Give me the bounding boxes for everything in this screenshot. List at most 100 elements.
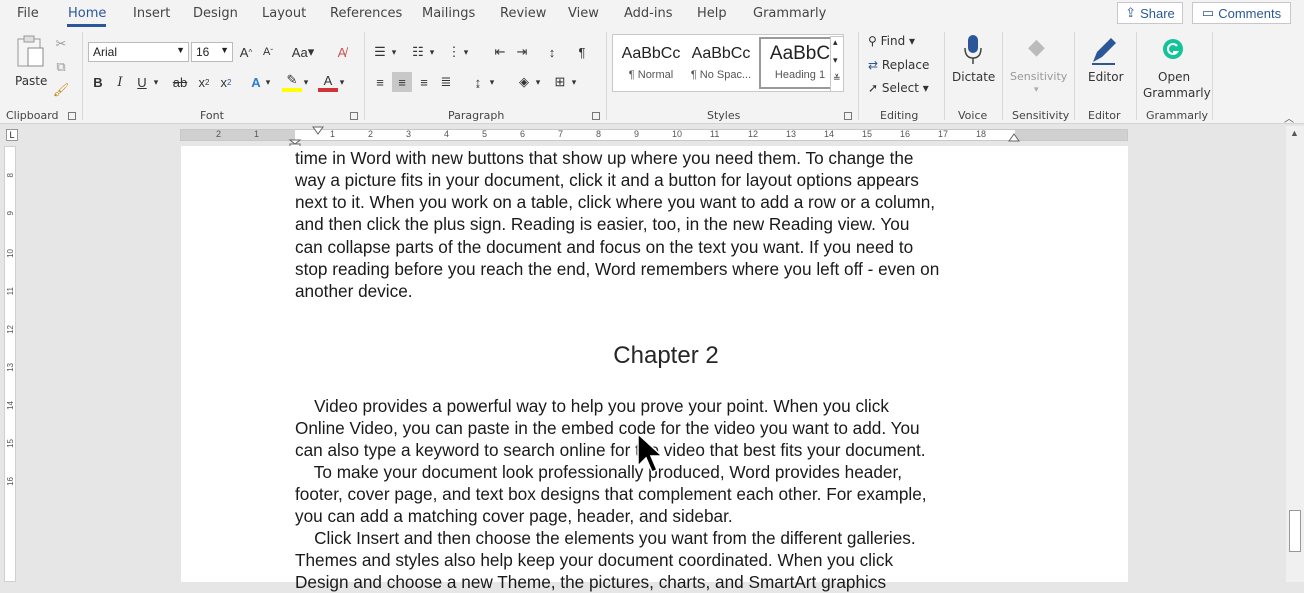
font-size-select[interactable]: 16 ▼ — [191, 42, 233, 62]
scroll-up-icon[interactable]: ▲ — [1290, 128, 1299, 138]
text-line: time in Word with new buttons that show … — [295, 148, 914, 168]
chevron-down-icon[interactable]: ▾ — [336, 72, 348, 92]
chevron-down-icon[interactable]: ▾ — [300, 72, 312, 92]
chevron-down-icon[interactable]: ▾ — [568, 72, 580, 92]
ruler-number: 1 — [330, 129, 336, 139]
sensitivity-label: Sensitivity — [1010, 70, 1068, 83]
tab-references[interactable]: References — [330, 6, 402, 21]
style-sample: AaBbC — [769, 43, 831, 64]
change-case-label: Aa — [291, 44, 308, 60]
underline-icon[interactable]: U — [132, 72, 152, 92]
strikethrough-icon[interactable]: ab — [170, 72, 190, 92]
tab-add-ins[interactable]: Add-ins — [624, 6, 672, 21]
ruler-number: 6 — [520, 129, 526, 139]
scroll-up-icon[interactable]: ▴ — [833, 37, 838, 48]
tab-view[interactable]: View — [568, 6, 599, 21]
editor-button[interactable]: Editor — [1082, 32, 1126, 92]
chevron-down-icon[interactable]: ▾ — [486, 72, 498, 92]
replace-button[interactable]: ⇄ Replace — [868, 58, 929, 72]
cut-icon[interactable]: ✂ — [51, 34, 71, 54]
align-right-icon[interactable]: ≡ — [414, 72, 434, 92]
text-line: next to it. When you work on a table, cl… — [295, 192, 936, 212]
vertical-ruler[interactable]: 8 9 10 11 12 13 14 15 16 — [4, 146, 16, 582]
scrollbar-thumb[interactable] — [1289, 510, 1301, 552]
paste-label: Paste — [15, 74, 48, 88]
tab-layout[interactable]: Layout — [262, 6, 306, 21]
shrink-font-icon[interactable]: Aˇ — [258, 42, 278, 62]
styles-launcher-icon[interactable] — [844, 112, 852, 120]
highlight-icon[interactable]: ✎ — [282, 72, 302, 92]
pilcrow-icon[interactable]: ¶ — [572, 42, 592, 62]
sort-icon[interactable]: ↕ — [542, 42, 562, 62]
ruler-number: 11 — [710, 129, 720, 139]
tab-review[interactable]: Review — [500, 6, 546, 21]
font-color-icon[interactable]: A — [318, 72, 338, 92]
open-grammarly-button[interactable]: Open Grammarly — [1140, 32, 1211, 102]
shading-icon[interactable]: ◈ — [514, 72, 534, 92]
format-painter-icon[interactable]: 🖌 — [51, 80, 71, 100]
superscript-icon[interactable]: x2 — [216, 72, 236, 92]
paste-button[interactable]: Paste — [12, 34, 48, 90]
comment-icon: ▭ — [1201, 5, 1215, 20]
font-launcher-icon[interactable] — [350, 112, 358, 120]
justify-icon[interactable]: ≣ — [436, 72, 456, 92]
chevron-down-icon[interactable]: ▾ — [460, 42, 472, 62]
chevron-down-icon[interactable]: ▾ — [262, 72, 274, 92]
chevron-down-icon[interactable]: ▾ — [388, 42, 400, 62]
tab-insert[interactable]: Insert — [133, 6, 170, 21]
find-button[interactable]: ⚲ Find ▾ — [868, 34, 915, 48]
tab-mailings[interactable]: Mailings — [422, 6, 475, 21]
ruler-number: 14 — [824, 129, 835, 139]
collapse-ribbon-icon[interactable]: ︿ — [1284, 110, 1294, 125]
clipboard-launcher-icon[interactable] — [68, 112, 76, 120]
style-heading-1[interactable]: AaBbC Heading 1 — [759, 37, 841, 89]
group-divider — [606, 32, 607, 120]
vruler-number: 14 — [6, 401, 15, 410]
chevron-down-icon[interactable]: ▾ — [150, 72, 162, 92]
share-button[interactable]: ⇪ Share — [1117, 2, 1183, 24]
italic-icon[interactable]: I — [110, 72, 130, 92]
tab-file[interactable]: File — [17, 6, 39, 21]
align-left-icon[interactable]: ≡ — [370, 72, 390, 92]
align-center-icon[interactable]: ≡ — [392, 72, 412, 92]
numbering-icon[interactable]: ☷ — [408, 42, 428, 62]
increase-indent-icon[interactable]: ⇥ — [512, 42, 532, 62]
change-case-button[interactable]: Aa ▾ — [288, 42, 318, 62]
tab-grammarly[interactable]: Grammarly — [753, 6, 826, 21]
style-no-spacing[interactable]: AaBbCc ¶ No Spac... — [687, 37, 755, 89]
indent-marker-icon[interactable] — [288, 128, 302, 148]
find-label: Find — [880, 34, 906, 48]
subscript-icon[interactable]: x2 — [194, 72, 214, 92]
bold-icon[interactable]: B — [88, 72, 108, 92]
paragraph-launcher-icon[interactable] — [592, 112, 600, 120]
line-spacing-icon[interactable]: ↨ — [468, 72, 488, 92]
chevron-down-icon[interactable]: ▾ — [426, 42, 438, 62]
sensitivity-button[interactable]: ◆ Sensitivity ▾ — [1008, 32, 1068, 100]
bullets-icon[interactable]: ☰ — [370, 42, 390, 62]
text-line: Video provides a powerful way to help yo… — [295, 396, 889, 416]
decrease-indent-icon[interactable]: ⇤ — [490, 42, 510, 62]
more-styles-icon[interactable]: ≚ — [833, 73, 841, 84]
dictate-label: Dictate — [952, 70, 996, 84]
borders-icon[interactable]: ⊞ — [550, 72, 570, 92]
tab-design[interactable]: Design — [193, 6, 238, 21]
copy-icon[interactable]: ⧉ — [51, 57, 71, 77]
tab-selector-icon[interactable]: L — [6, 129, 18, 141]
dictate-button[interactable]: Dictate — [950, 32, 996, 92]
tab-home[interactable]: Home — [68, 6, 106, 21]
ruler-number: 18 — [976, 129, 987, 139]
font-name-select[interactable]: Arial ▼ — [88, 42, 189, 62]
tab-help[interactable]: Help — [697, 6, 727, 21]
chevron-down-icon[interactable]: ▾ — [532, 72, 544, 92]
ruler-margin-right — [1015, 130, 1127, 140]
select-button[interactable]: ➚ Select ▾ — [868, 81, 929, 95]
vruler-number: 9 — [6, 211, 15, 216]
voice-group-label: Voice — [958, 109, 988, 122]
clear-formatting-icon[interactable]: A̸ — [332, 42, 352, 62]
scroll-down-icon[interactable]: ▾ — [833, 55, 838, 66]
grow-font-icon[interactable]: A ^ — [236, 42, 256, 62]
comments-button[interactable]: ▭ Comments — [1192, 2, 1291, 24]
right-indent-icon[interactable] — [1008, 132, 1020, 142]
first-line-indent-icon[interactable] — [312, 126, 324, 136]
style-normal[interactable]: AaBbCc ¶ Normal — [617, 37, 685, 89]
